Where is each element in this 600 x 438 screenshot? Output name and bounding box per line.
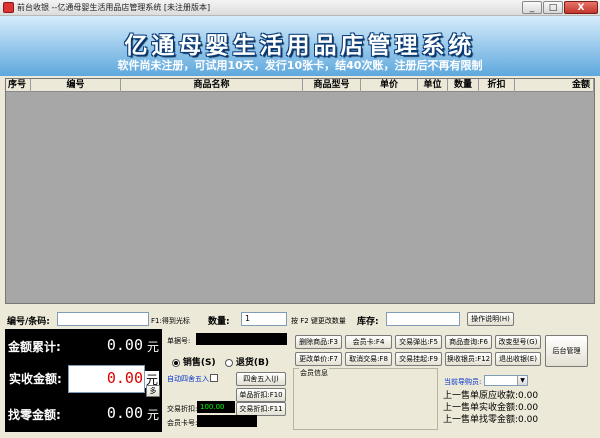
column-header-model[interactable]: 商品型号 — [303, 79, 361, 92]
system-title: 亿通母婴生活用品店管理系统 — [124, 32, 476, 59]
table-header: 序号 编号 商品名称 商品型号 单价 单位 数量 折扣 金额 — [6, 79, 594, 92]
header-banner: 亿通母婴生活用品店管理系统 软件尚未注册，可试用10天，发行10张卡，结40次账… — [0, 16, 600, 76]
change-model-button[interactable]: 改变型号(G) — [495, 335, 541, 349]
f2-hint: 按 F2 键更改数量 — [291, 317, 346, 325]
last-received-label: 上一售单实收金额: — [443, 403, 519, 413]
auto-round-checkbox[interactable] — [210, 373, 218, 384]
paid-label: 实收金额: — [9, 372, 62, 386]
backend-button[interactable]: 后台管理 — [545, 335, 588, 367]
cancel-deal-button[interactable]: 取消交易:F8 — [345, 352, 392, 366]
deal-discount-field[interactable]: 100.00 — [197, 401, 235, 413]
switch-cashier-button[interactable]: 换收银员:F12 — [445, 352, 492, 366]
title-bar: 前台收银 --亿通母婴生活用品店管理系统 [未注册版本] _ □ X — [0, 0, 600, 16]
member-card-label: 会员卡号: — [167, 419, 198, 427]
total-label: 金额累计: — [8, 340, 61, 354]
code-label: 编号/条码: — [7, 317, 50, 327]
return-option[interactable]: 退货(B) — [225, 355, 269, 368]
close-button[interactable]: X — [564, 1, 598, 14]
last-change-row: 上一售单找零金额:0.00 — [443, 414, 538, 426]
return-option-label: 退货(B) — [235, 358, 269, 368]
paid-row: 实收金额: 0.00 元 — [5, 364, 162, 394]
change-row: 找零金额: 0.00 元 — [5, 399, 162, 429]
last-change-label: 上一售单找零金额: — [443, 415, 519, 425]
round-button[interactable]: 四舍五入(J) — [236, 372, 286, 386]
chevron-down-icon[interactable]: ▼ — [517, 376, 527, 385]
stock-field — [386, 312, 460, 326]
column-header-price[interactable]: 单价 — [361, 79, 418, 92]
member-card-field[interactable] — [197, 415, 257, 427]
f1-hint: F1:得到光标 — [151, 317, 190, 325]
deal-discount-button[interactable]: 交易折扣:F11 — [236, 402, 286, 416]
window-title: 前台收银 --亿通母婴生活用品店管理系统 [未注册版本] — [17, 3, 211, 12]
delete-item-button[interactable]: 删除商品:F3 — [295, 335, 342, 349]
last-sale-info: 上一售单原应收款:0.00 上一售单实收金额:0.00 上一售单找零金额:0.0… — [443, 390, 538, 426]
last-receivable-value: 0.00 — [518, 391, 539, 401]
column-header-unit[interactable]: 单位 — [418, 79, 448, 92]
app-icon — [3, 2, 14, 13]
column-header-code[interactable]: 编号 — [31, 79, 121, 92]
item-discount-button[interactable]: 单品折扣:F10 — [236, 388, 286, 402]
window-controls: _ □ X — [522, 1, 598, 14]
return-radio-icon[interactable] — [225, 358, 233, 367]
change-label: 找零金额: — [8, 408, 61, 422]
change-value: 0.00 — [106, 404, 143, 422]
checkbox-icon[interactable] — [210, 374, 218, 382]
total-value: 0.00 — [106, 336, 143, 354]
guide-label: 当前导购员: — [444, 378, 482, 386]
auto-round-label: 自动四舍五入 — [167, 375, 209, 383]
amount-summary: 金额累计: 0.00 元 实收金额: 0.00 元 多 找零金额: 0.00 元 — [5, 329, 162, 432]
maximize-button[interactable]: □ — [543, 1, 563, 14]
pop-deal-button[interactable]: 交易弹出:F5 — [395, 335, 442, 349]
query-item-button[interactable]: 商品查询:F6 — [445, 335, 492, 349]
sale-radio-icon[interactable] — [172, 358, 180, 367]
column-header-seq[interactable]: 序号 — [6, 79, 31, 92]
help-button[interactable]: 操作说明(H) — [467, 312, 514, 326]
column-header-discount[interactable]: 折扣 — [479, 79, 515, 92]
member-card-button[interactable]: 会员卡:F4 — [345, 335, 392, 349]
paid-value: 0.00 — [106, 369, 143, 387]
column-header-name[interactable]: 商品名称 — [121, 79, 303, 92]
receipt-number-field — [196, 333, 287, 345]
change-currency: 元 — [146, 408, 159, 422]
column-header-qty[interactable]: 数量 — [448, 79, 479, 92]
minimize-button[interactable]: _ — [522, 1, 542, 14]
last-receivable-label: 上一售单原应收款: — [443, 391, 519, 401]
more-button[interactable]: 多 — [146, 385, 160, 397]
items-table[interactable]: 序号 编号 商品名称 商品型号 单价 单位 数量 折扣 金额 — [5, 78, 595, 304]
change-price-button[interactable]: 更改单价:F7 — [295, 352, 342, 366]
sale-option-label: 销售(S) — [182, 358, 216, 368]
column-header-amount[interactable]: 金额 — [515, 79, 594, 92]
registration-notice: 软件尚未注册，可试用10天，发行10张卡，结40次账，注册后不再有限制 — [117, 59, 483, 72]
guide-select[interactable]: ▼ — [484, 375, 528, 386]
deal-discount-label: 交易折扣: — [167, 405, 198, 413]
total-currency: 元 — [146, 340, 159, 354]
member-info-panel: 会员信息 — [293, 368, 438, 430]
receipt-label: 单据号: — [167, 337, 191, 345]
total-row: 金额累计: 0.00 元 — [5, 331, 162, 361]
qty-input[interactable]: 1 — [241, 312, 287, 326]
sale-option[interactable]: 销售(S) — [172, 355, 216, 368]
last-receivable-row: 上一售单原应收款:0.00 — [443, 390, 538, 402]
member-info-caption: 会员信息 — [299, 368, 329, 378]
hang-deal-button[interactable]: 交易挂起:F9 — [395, 352, 442, 366]
exit-cashier-button[interactable]: 退出收银(E) — [495, 352, 541, 366]
stock-label: 库存: — [357, 317, 379, 327]
code-input[interactable] — [57, 312, 149, 326]
last-received-value: 0.00 — [518, 403, 539, 413]
qty-label: 数量: — [208, 317, 230, 327]
last-received-row: 上一售单实收金额:0.00 — [443, 402, 538, 414]
last-change-value: 0.00 — [518, 415, 539, 425]
